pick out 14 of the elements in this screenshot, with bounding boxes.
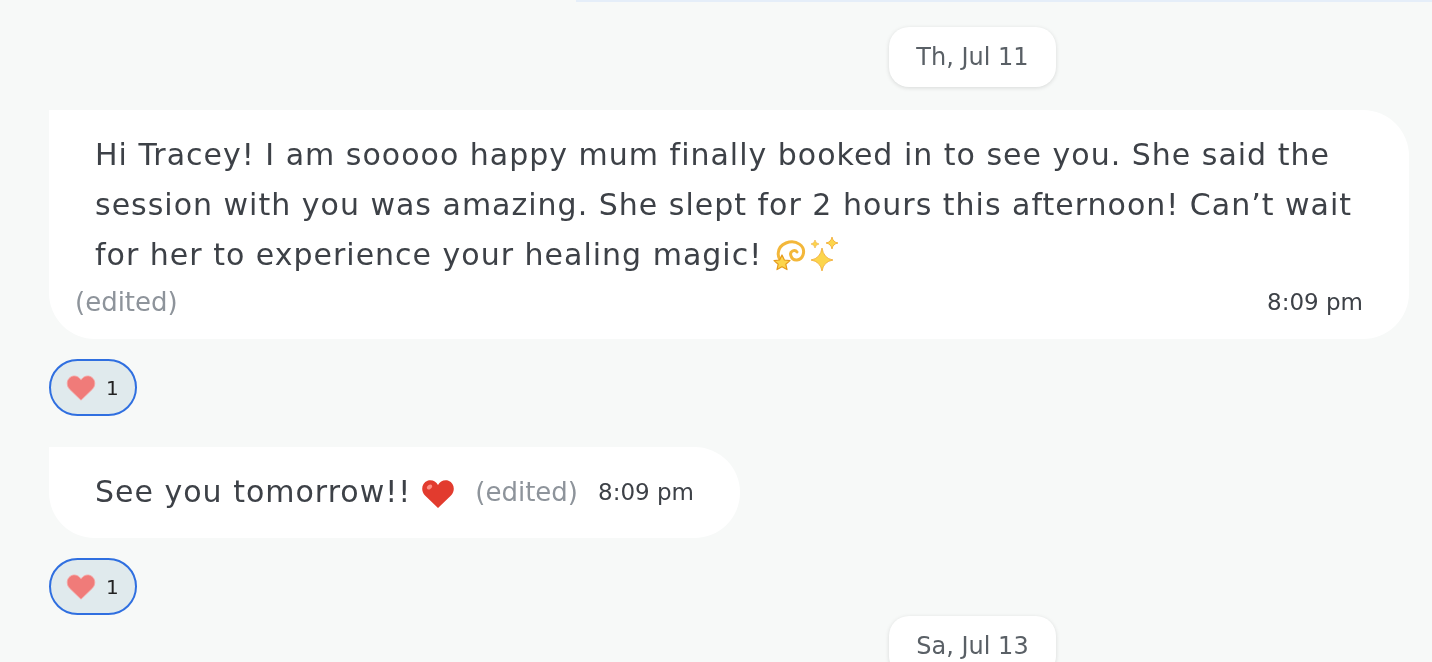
edited-label: (edited) [475, 476, 578, 508]
sparkles-icon [808, 236, 841, 272]
edited-label: (edited) [75, 286, 178, 318]
reaction-button[interactable]: 1 [49, 359, 137, 416]
date-separator: Th, Jul 11 [889, 27, 1056, 87]
message-time: 8:09 pm [1267, 288, 1363, 317]
message-text: Hi Tracey! I am sooooo happy mum finally booked in to see you. She said the session with you was amazing. She slept for 2 hours this afternoon! Can’t wait for her to experience your healing magic! [95, 137, 1353, 272]
heart-icon [66, 573, 96, 600]
heart-icon [66, 374, 96, 401]
message-time: 8:09 pm [598, 478, 694, 507]
reaction-button[interactable]: 1 [49, 558, 137, 615]
heart-icon [421, 478, 456, 509]
message-text: See you tomorrow!! [95, 474, 456, 509]
date-separator: Sa, Jul 13 [889, 616, 1056, 662]
